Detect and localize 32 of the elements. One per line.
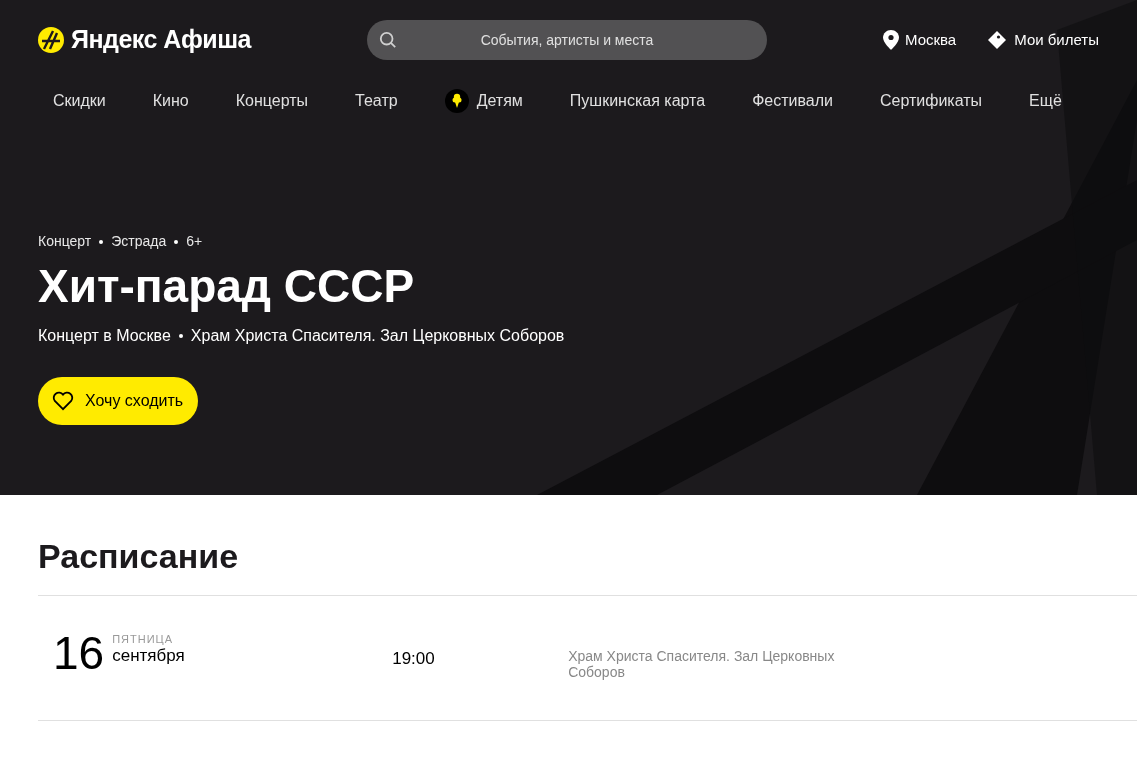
ice-cream-icon: [444, 89, 469, 113]
schedule-title: Расписание: [38, 536, 239, 577]
nav-link[interactable]: Концерты: [235, 89, 309, 113]
search-icon: [379, 31, 397, 49]
nav-link[interactable]: Пушкинская карта: [569, 89, 706, 113]
nav-link[interactable]: Театр: [355, 89, 398, 113]
ticket-icon: [988, 31, 1007, 49]
nav-link[interactable]: Ещё: [1029, 89, 1062, 113]
event-title: Хит-парад СССР: [38, 259, 415, 314]
event-tag: Концерт: [38, 231, 92, 252]
tickets-link[interactable]: Мои билеты: [988, 28, 1099, 52]
location-pin-icon: [883, 30, 899, 50]
nav-link[interactable]: Сертификаты: [879, 89, 983, 113]
event-tag: Эстрада: [111, 231, 167, 252]
event-info: Храм Христа Спасителя. Зал Церковных Соборов: [190, 326, 565, 346]
heart-icon: [52, 391, 74, 411]
session-time: 19:00: [392, 648, 436, 670]
logo-icon: [38, 27, 64, 53]
want-button[interactable]: Хочу сходить: [38, 377, 199, 425]
month: сентября: [112, 646, 186, 666]
session-venue: Храм Христа Спасителя. Зал Церковных Соборов: [568, 648, 836, 680]
event-tag: 6+: [186, 231, 203, 252]
weekday: ПЯТНИЦА: [112, 632, 175, 646]
nav-link[interactable]: Скидки: [53, 89, 106, 113]
search-field[interactable]: События, артисты и места: [367, 20, 767, 60]
nav-link[interactable]: Фестивали: [752, 89, 833, 113]
event-info: Концерт в Москве: [38, 326, 171, 346]
nav-link[interactable]: Кино: [152, 89, 189, 113]
nav-link[interactable]: Детям: [444, 89, 523, 113]
logo-text[interactable]: Яндекс Афиша: [71, 21, 251, 59]
city-link[interactable]: Москва: [883, 28, 957, 52]
date-day: 16: [53, 630, 105, 676]
